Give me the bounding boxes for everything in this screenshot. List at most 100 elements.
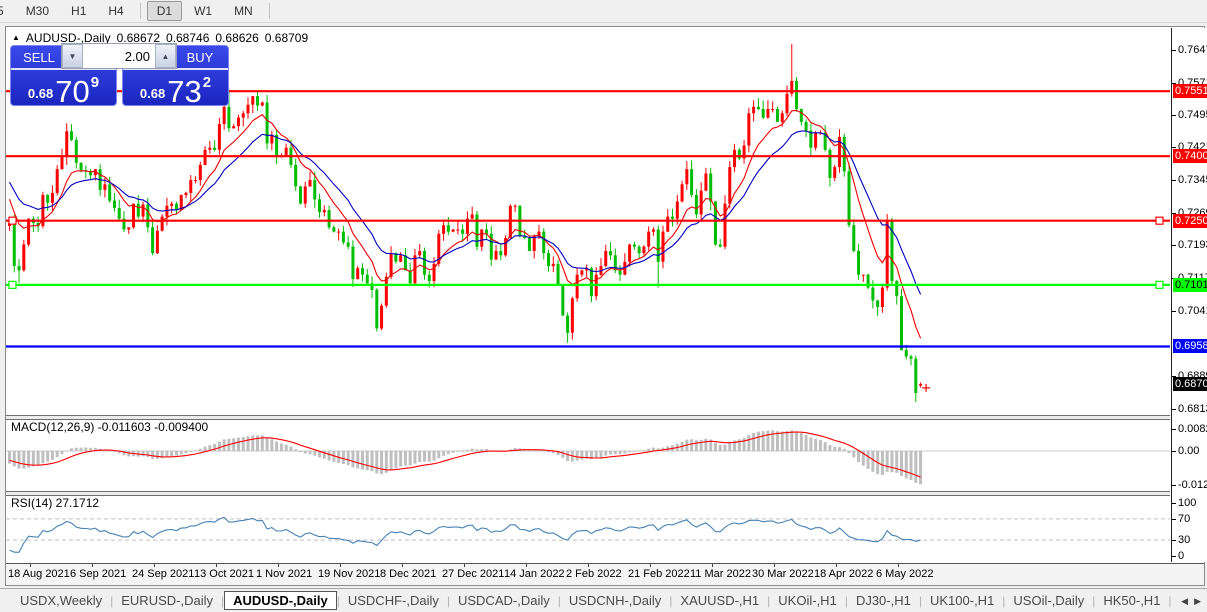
tab-usoil-daily[interactable]: USOil-,Daily: [1005, 591, 1092, 610]
date-tick: [30, 564, 31, 567]
macd-histogram-bar: [799, 433, 803, 451]
tab-xauusd-h1[interactable]: XAUUSD-,H1: [672, 591, 767, 610]
macd-histogram-bar: [12, 451, 16, 467]
macd-histogram-bar: [55, 451, 59, 458]
candle: [904, 350, 908, 357]
tab-hk50-h1[interactable]: HK50-,H1: [1095, 591, 1168, 610]
candle: [236, 117, 240, 127]
macd-histogram-bar: [613, 451, 617, 455]
macd-histogram-bar: [647, 448, 651, 451]
macd-histogram-bar: [155, 451, 159, 459]
timeframe-button-d1[interactable]: D1: [146, 1, 183, 21]
level-price-label: 0.69582: [1173, 339, 1207, 353]
macd-histogram-bar: [418, 451, 422, 462]
macd-histogram-bar: [475, 449, 479, 451]
tab-dj30-h1[interactable]: DJ30-,H1: [848, 591, 919, 610]
macd-histogram-bar: [246, 436, 250, 451]
rsi-scale-label: 100: [1178, 497, 1197, 509]
candle: [399, 255, 403, 262]
macd-histogram-bar: [804, 434, 808, 451]
macd-histogram-bar: [351, 451, 355, 468]
macd-histogram-bar: [422, 451, 426, 462]
macd-histogram-bar: [70, 448, 74, 451]
volume-input[interactable]: [83, 44, 155, 68]
macd-histogram-bar: [294, 449, 298, 451]
candle: [60, 156, 64, 170]
candle: [666, 216, 670, 232]
tab-ukoil-h1[interactable]: UKOil-,H1: [770, 591, 845, 610]
macd-histogram-bar: [594, 451, 598, 459]
candle: [165, 205, 169, 217]
sell-price: 0.68 70 9: [11, 70, 116, 105]
candle: [685, 169, 689, 185]
candle: [723, 203, 727, 247]
timeframe-button-5[interactable]: 5: [0, 1, 14, 21]
candle: [184, 192, 188, 196]
timeframe-button-mn[interactable]: MN: [224, 1, 263, 21]
candle: [919, 384, 923, 386]
candle: [341, 231, 345, 243]
candle: [470, 214, 474, 219]
hline-handle[interactable]: [1155, 280, 1164, 289]
candle: [914, 358, 918, 393]
candle: [556, 263, 560, 286]
tab-audusd-daily[interactable]: AUDUSD-,Daily: [224, 591, 337, 610]
macd-histogram-bar: [298, 451, 302, 453]
macd-histogram-bar: [718, 444, 722, 451]
candle: [461, 229, 465, 234]
tab-usdcad-daily[interactable]: USDCAD-,Daily: [450, 591, 558, 610]
timeframe-button-m30[interactable]: M30: [16, 1, 59, 21]
date-tick: [340, 564, 341, 567]
macd-histogram-bar: [885, 451, 889, 472]
macd-scale-label: -0.01254: [1178, 479, 1207, 491]
rsi-label: RSI(14) 27.1712: [11, 496, 100, 510]
candle: [494, 251, 498, 260]
hline-handle[interactable]: [1155, 216, 1164, 225]
timeframe-button-h1[interactable]: H1: [61, 1, 96, 21]
candle: [895, 281, 899, 297]
price-scale: 0.764700.757100.749500.742100.734500.726…: [1171, 28, 1207, 562]
candle: [785, 93, 789, 114]
tab-usdcnh-daily[interactable]: USDCNH-,Daily: [561, 591, 669, 610]
rsi-tick: [1172, 519, 1176, 520]
volume-decrease-icon[interactable]: ▼: [62, 44, 83, 68]
candle: [485, 229, 488, 234]
candle: [427, 274, 431, 282]
timeframe-button-h4[interactable]: H4: [98, 1, 133, 21]
macd-tick: [1172, 451, 1176, 452]
tab-scroll-right-icon[interactable]: ▶: [1194, 596, 1201, 607]
price-tick: [1172, 409, 1176, 410]
rsi-tick: [1172, 503, 1176, 504]
candle: [246, 104, 250, 114]
macd-histogram-bar: [547, 451, 551, 453]
candle: [766, 109, 770, 118]
tab-scroll-left-icon[interactable]: ◀: [1181, 596, 1188, 607]
tab-usdchf-daily[interactable]: USDCHF-,Daily: [340, 591, 447, 610]
sell-button[interactable]: SELL: [11, 46, 67, 68]
macd-histogram-bar: [89, 447, 93, 451]
candle: [318, 199, 322, 213]
rsi-scale-label: 0: [1178, 550, 1185, 562]
timeframe-button-w1[interactable]: W1: [184, 1, 222, 21]
hline-handle[interactable]: [8, 280, 17, 289]
collapse-triangle-icon[interactable]: ▲: [12, 34, 20, 42]
volume-increase-icon[interactable]: ▲: [155, 44, 176, 68]
hline-handle[interactable]: [8, 216, 17, 225]
candle: [508, 205, 512, 239]
tab-uk100-h1[interactable]: UK100-,H1: [922, 591, 1002, 610]
macd-histogram-bar: [785, 431, 789, 451]
macd-histogram-bar: [127, 451, 131, 457]
candle: [108, 184, 112, 201]
macd-rsi-divider[interactable]: [6, 491, 1170, 496]
macd-histogram-bar: [451, 451, 455, 453]
tab-usdx-weekly[interactable]: USDX,Weekly: [12, 591, 110, 610]
macd-histogram-bar: [275, 441, 279, 451]
candle: [117, 208, 121, 219]
rsi-scale-label: 30: [1178, 534, 1191, 546]
candle: [327, 210, 331, 228]
tab-eurusd-daily[interactable]: EURUSD-,Daily: [113, 591, 221, 610]
buy-button[interactable]: BUY: [172, 46, 228, 68]
date-label: 8 Dec 2021: [380, 568, 437, 580]
candle: [332, 227, 336, 232]
candle: [365, 274, 369, 284]
